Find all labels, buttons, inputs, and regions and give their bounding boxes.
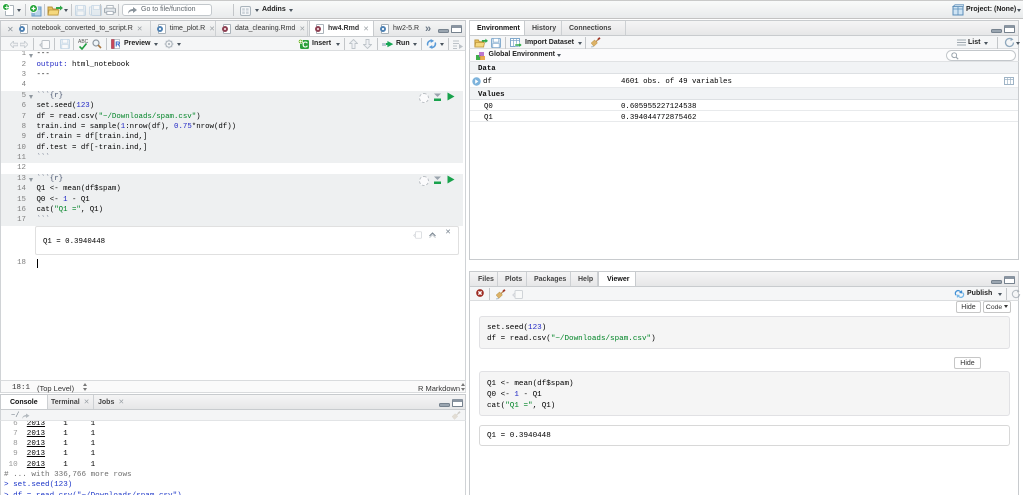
svg-text:C: C (302, 41, 308, 49)
svg-text:R: R (115, 42, 120, 49)
